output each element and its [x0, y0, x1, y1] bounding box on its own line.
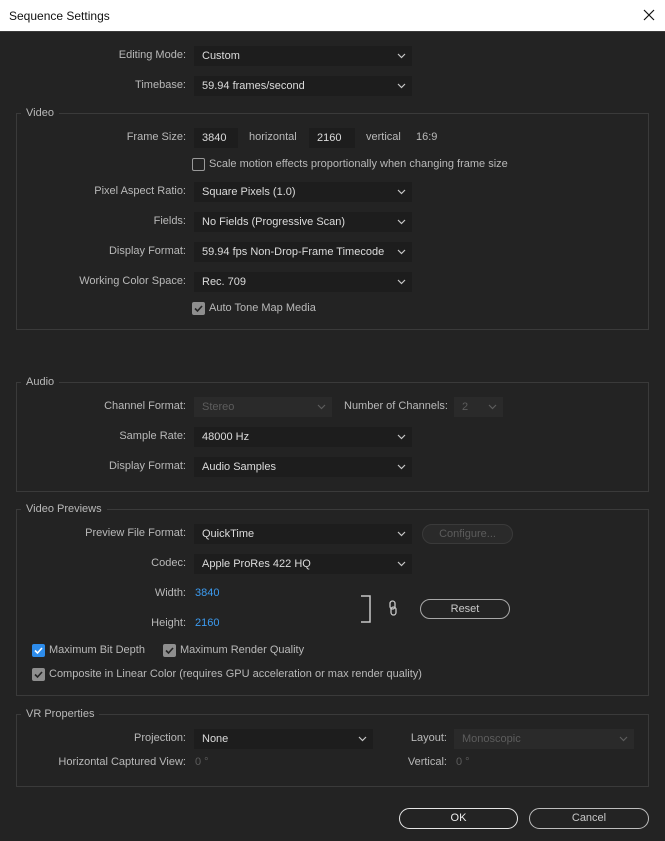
reset-button[interactable]: Reset	[420, 599, 510, 619]
projection-value: None	[202, 733, 229, 745]
vr-properties-group	[16, 714, 649, 787]
preview-file-format-label: Preview File Format:	[85, 527, 186, 539]
chevron-down-icon	[397, 279, 406, 285]
codec-value: Apple ProRes 422 HQ	[202, 558, 311, 570]
editing-mode-label: Editing Mode:	[118, 49, 186, 61]
chevron-down-icon	[397, 434, 406, 440]
scale-motion-checkbox[interactable]	[192, 158, 205, 171]
chevron-down-icon	[397, 531, 406, 537]
chain-link-icon[interactable]	[387, 600, 399, 616]
audio-group-title: Audio	[21, 376, 60, 388]
chevron-down-icon	[358, 736, 367, 742]
fields-dropdown[interactable]: No Fields (Progressive Scan)	[194, 212, 412, 232]
scale-motion-label: Scale motion effects proportionally when…	[209, 158, 508, 170]
frame-width-input[interactable]: 3840	[194, 128, 238, 148]
width-label: Width:	[154, 587, 186, 599]
chevron-down-icon	[397, 561, 406, 567]
vr-vertical-label: Vertical:	[407, 756, 447, 768]
display-format-dropdown[interactable]: 59.94 fps Non-Drop-Frame Timecode	[194, 242, 412, 262]
chevron-down-icon	[397, 249, 406, 255]
channel-format-dropdown[interactable]: Stereo	[194, 397, 332, 417]
num-channels-dropdown[interactable]: 2	[454, 397, 503, 417]
checkmark-icon	[194, 305, 203, 313]
chevron-down-icon	[317, 404, 326, 410]
display-format-label: Display Format:	[108, 245, 186, 257]
sample-rate-value: 48000 Hz	[202, 431, 250, 443]
layout-dropdown[interactable]: Monoscopic	[454, 729, 634, 749]
layout-value: Monoscopic	[462, 733, 521, 745]
pixel-aspect-value: Square Pixels (1.0)	[202, 186, 296, 198]
pixel-aspect-dropdown[interactable]: Square Pixels (1.0)	[194, 182, 412, 202]
close-icon[interactable]	[640, 4, 658, 26]
color-space-label: Working Color Space:	[79, 275, 186, 287]
fields-label: Fields:	[153, 215, 186, 227]
sample-rate-label: Sample Rate:	[119, 430, 186, 442]
display-format-value: 59.94 fps Non-Drop-Frame Timecode	[202, 246, 385, 258]
video-previews-group-title: Video Previews	[21, 503, 107, 515]
horizontal-captured-view-value: 0 °	[195, 756, 209, 768]
chevron-down-icon	[619, 736, 628, 742]
frame-size-label: Frame Size:	[126, 131, 186, 143]
codec-dropdown[interactable]: Apple ProRes 422 HQ	[194, 554, 412, 574]
auto-tone-checkbox[interactable]	[192, 302, 205, 315]
color-space-dropdown[interactable]: Rec. 709	[194, 272, 412, 292]
editing-mode-dropdown[interactable]: Custom	[194, 46, 412, 66]
height-value[interactable]: 2160	[195, 617, 219, 629]
configure-button[interactable]: Configure...	[422, 524, 513, 544]
editing-mode-value: Custom	[202, 50, 240, 62]
max-render-quality-checkbox[interactable]	[163, 644, 176, 657]
fields-value: No Fields (Progressive Scan)	[202, 216, 346, 228]
color-space-value: Rec. 709	[202, 276, 247, 288]
pixel-aspect-label: Pixel Aspect Ratio:	[94, 185, 186, 197]
audio-display-format-value: Audio Samples	[202, 461, 276, 473]
audio-display-format-dropdown[interactable]: Audio Samples	[194, 457, 412, 477]
preview-file-format-value: QuickTime	[202, 528, 255, 540]
projection-label: Projection:	[134, 732, 186, 744]
frame-height-input[interactable]: 2160	[309, 128, 355, 148]
chevron-down-icon	[397, 219, 406, 225]
timebase-dropdown[interactable]: 59.94 frames/second	[194, 76, 412, 96]
vr-vertical-value: 0 °	[456, 756, 470, 768]
chevron-down-icon	[488, 404, 497, 410]
cancel-button[interactable]: Cancel	[529, 808, 649, 829]
composite-linear-checkbox[interactable]	[32, 668, 45, 681]
audio-display-format-label: Display Format:	[108, 460, 186, 472]
vertical-label: vertical	[366, 131, 401, 143]
num-channels-label: Number of Channels:	[344, 400, 448, 412]
num-channels-value: 2	[462, 401, 469, 413]
timebase-value: 59.94 frames/second	[202, 80, 305, 92]
vr-properties-group-title: VR Properties	[21, 708, 100, 720]
link-bracket-icon	[360, 595, 372, 623]
horizontal-captured-view-label: Horizontal Captured View:	[58, 756, 186, 768]
preview-file-format-dropdown[interactable]: QuickTime	[194, 524, 412, 544]
width-value[interactable]: 3840	[195, 587, 219, 599]
chevron-down-icon	[397, 83, 406, 89]
max-render-quality-label: Maximum Render Quality	[180, 644, 305, 656]
channel-format-value: Stereo	[202, 401, 235, 413]
title-bar: Sequence Settings	[0, 0, 665, 32]
composite-linear-label: Composite in Linear Color (requires GPU …	[49, 668, 422, 680]
checkmark-icon	[34, 647, 43, 655]
ok-button[interactable]: OK	[399, 808, 518, 829]
chevron-down-icon	[397, 53, 406, 59]
height-label: Height:	[151, 617, 186, 629]
layout-label: Layout:	[410, 732, 447, 744]
aspect-ratio-text: 16:9	[416, 131, 438, 143]
chevron-down-icon	[397, 464, 406, 470]
timebase-label: Timebase:	[135, 79, 186, 91]
projection-dropdown[interactable]: None	[194, 729, 373, 749]
max-bit-depth-checkbox[interactable]	[32, 644, 45, 657]
checkmark-icon	[34, 671, 43, 679]
video-group-title: Video	[21, 107, 59, 119]
auto-tone-label: Auto Tone Map Media	[209, 302, 316, 314]
codec-label: Codec:	[151, 557, 186, 569]
sample-rate-dropdown[interactable]: 48000 Hz	[194, 427, 412, 447]
channel-format-label: Channel Format:	[104, 400, 186, 412]
max-bit-depth-label: Maximum Bit Depth	[49, 644, 145, 656]
window-title: Sequence Settings	[9, 9, 110, 23]
chevron-down-icon	[397, 189, 406, 195]
horizontal-label: horizontal	[249, 131, 297, 143]
checkmark-icon	[165, 647, 174, 655]
